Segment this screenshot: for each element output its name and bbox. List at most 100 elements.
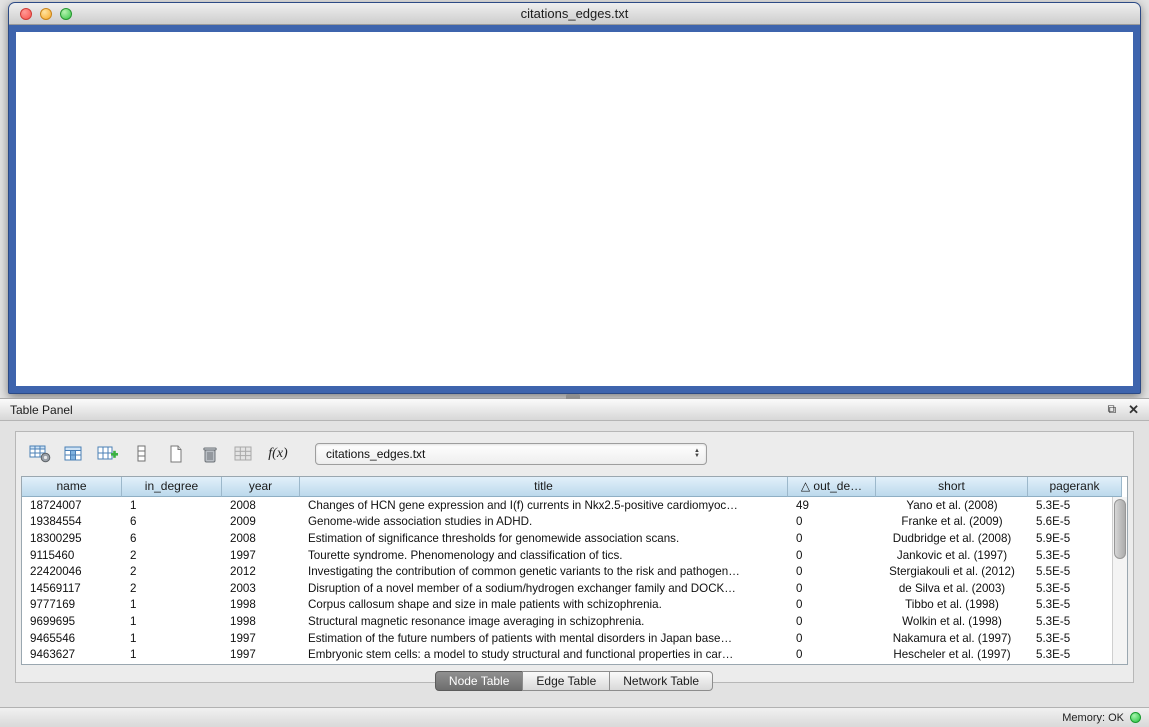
cell: 0 (788, 532, 876, 545)
table-panel-title: Table Panel (10, 403, 73, 417)
cell: Estimation of the future numbers of pati… (300, 632, 788, 645)
minimize-window-button[interactable] (40, 8, 52, 20)
cell: 49 (788, 499, 876, 512)
cell: 2 (122, 549, 222, 562)
table-body[interactable]: 1872400712008Changes of HCN gene express… (22, 497, 1112, 664)
show-columns-icon[interactable] (61, 442, 87, 466)
cell: 1997 (222, 632, 300, 645)
function-builder-icon[interactable]: f(x) (265, 442, 291, 466)
table-toolbar: f(x) citations_edges.txt ▲▼ (21, 438, 1128, 476)
import-table-icon[interactable] (231, 442, 257, 466)
cell: 2008 (222, 532, 300, 545)
column-header-name[interactable]: name (22, 477, 122, 497)
column-header-title[interactable]: title (300, 477, 788, 497)
column-header-out-de-[interactable]: △ out_de… (788, 477, 876, 497)
table-row[interactable]: 1830029562008Estimation of significance … (22, 530, 1112, 547)
create-column-icon[interactable] (95, 442, 121, 466)
table-header-row[interactable]: namein_degreeyeartitle△ out_de…shortpage… (22, 477, 1127, 497)
cell: 2009 (222, 515, 300, 528)
network-canvas[interactable] (16, 32, 1133, 386)
cell: Investigating the contribution of common… (300, 565, 788, 578)
tab-network-table[interactable]: Network Table (609, 671, 713, 691)
window-titlebar[interactable]: citations_edges.txt (9, 3, 1140, 25)
cell: 0 (788, 549, 876, 562)
cell: 5.9E-5 (1028, 532, 1112, 545)
float-panel-icon[interactable]: ⧉ (1108, 402, 1117, 417)
cell: 2 (122, 565, 222, 578)
close-panel-icon[interactable]: ✕ (1128, 402, 1139, 418)
table-row[interactable]: 911546021997Tourette syndrome. Phenomeno… (22, 547, 1112, 564)
close-window-button[interactable] (20, 8, 32, 20)
cell: 0 (788, 515, 876, 528)
memory-status-icon (1130, 712, 1141, 723)
table-tabs: Node TableEdge TableNetwork Table (21, 671, 1128, 691)
cell: Estimation of significance thresholds fo… (300, 532, 788, 545)
column-header-short[interactable]: short (876, 477, 1028, 497)
delete-icon[interactable] (197, 442, 223, 466)
cell: 9465546 (22, 632, 122, 645)
cell: 1998 (222, 615, 300, 628)
table-row[interactable]: 946554611997Estimation of the future num… (22, 630, 1112, 647)
cell: Hescheler et al. (1997) (876, 648, 1028, 661)
table-row[interactable]: 969969511998Structural magnetic resonanc… (22, 613, 1112, 630)
column-header-year[interactable]: year (222, 477, 300, 497)
dropdown-stepper-icon: ▲▼ (688, 449, 700, 459)
cell: 5.6E-5 (1028, 515, 1112, 528)
cell: de Silva et al. (2003) (876, 582, 1028, 595)
cell: Wolkin et al. (1998) (876, 615, 1028, 628)
table-panel-titlebar: Table Panel ⧉ ✕ (0, 399, 1149, 421)
table-selector-dropdown[interactable]: citations_edges.txt ▲▼ (315, 443, 707, 465)
cell: 1 (122, 598, 222, 611)
table-row[interactable]: 1938455462009Genome-wide association stu… (22, 514, 1112, 531)
cell: 5.5E-5 (1028, 565, 1112, 578)
cell: 2 (122, 582, 222, 595)
table-mode-icon[interactable] (27, 442, 53, 466)
table-row[interactable]: 946362711997Embryonic stem cells: a mode… (22, 646, 1112, 663)
cell: Nakamura et al. (1997) (876, 632, 1028, 645)
zoom-window-button[interactable] (60, 8, 72, 20)
table-row[interactable]: 2242004622012Investigating the contribut… (22, 563, 1112, 580)
cell: 5.3E-5 (1028, 598, 1112, 611)
cell: 0 (788, 632, 876, 645)
table-row[interactable]: 1872400712008Changes of HCN gene express… (22, 497, 1112, 514)
new-table-icon[interactable] (163, 442, 189, 466)
status-bar: Memory: OK (0, 707, 1149, 727)
cell: 1 (122, 615, 222, 628)
cell: 0 (788, 565, 876, 578)
network-window: citations_edges.txt (8, 2, 1141, 394)
node-table: namein_degreeyeartitle△ out_de…shortpage… (21, 476, 1128, 665)
table-scrollbar[interactable] (1112, 497, 1127, 664)
cell: 5.3E-5 (1028, 499, 1112, 512)
table-panel: Table Panel ⧉ ✕ (0, 398, 1149, 707)
tab-node-table[interactable]: Node Table (435, 671, 524, 691)
cell: 1 (122, 499, 222, 512)
table-row[interactable]: 1456911722003Disruption of a novel membe… (22, 580, 1112, 597)
cell: 9699695 (22, 615, 122, 628)
table-row[interactable]: 977716911998Corpus callosum shape and si… (22, 597, 1112, 614)
rows-icon[interactable] (129, 442, 155, 466)
cell: Tibbo et al. (1998) (876, 598, 1028, 611)
table-panel-body: f(x) citations_edges.txt ▲▼ namein_degre… (15, 431, 1134, 683)
cell: 18300295 (22, 532, 122, 545)
column-header-pagerank[interactable]: pagerank (1028, 477, 1122, 497)
window-title: citations_edges.txt (521, 6, 629, 21)
cell: Yano et al. (2008) (876, 499, 1028, 512)
cell: 18724007 (22, 499, 122, 512)
cell: Disruption of a novel member of a sodium… (300, 582, 788, 595)
cell: 6 (122, 515, 222, 528)
cell: Dudbridge et al. (2008) (876, 532, 1028, 545)
cell: 2012 (222, 565, 300, 578)
column-header-in-degree[interactable]: in_degree (122, 477, 222, 497)
cell: 5.3E-5 (1028, 549, 1112, 562)
cell: 14569117 (22, 582, 122, 595)
cell: Franke et al. (2009) (876, 515, 1028, 528)
cell: Changes of HCN gene expression and I(f) … (300, 499, 788, 512)
cell: 22420046 (22, 565, 122, 578)
tab-edge-table[interactable]: Edge Table (522, 671, 610, 691)
cell: 1997 (222, 549, 300, 562)
scrollbar-thumb[interactable] (1114, 499, 1126, 559)
cell: 0 (788, 615, 876, 628)
cell: 5.3E-5 (1028, 632, 1112, 645)
panel-resize-grip[interactable] (566, 394, 580, 399)
cell: 2003 (222, 582, 300, 595)
